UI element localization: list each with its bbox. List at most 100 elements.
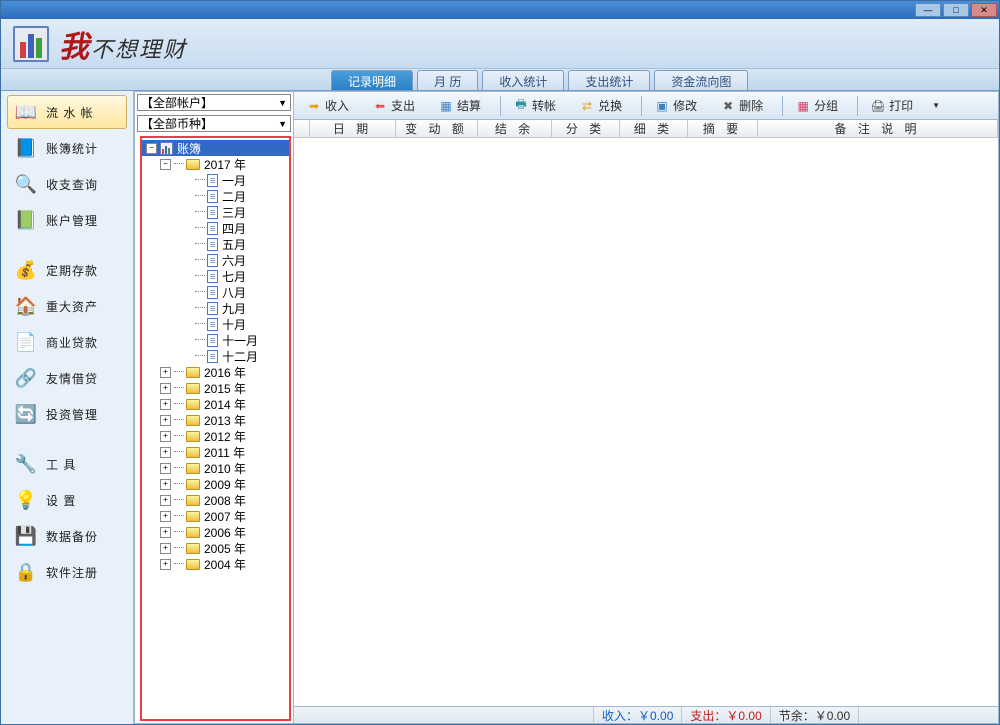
sidebar-icon: 🔍 bbox=[14, 172, 38, 196]
sidebar-item-9[interactable]: 🔄投资管理 bbox=[7, 397, 127, 431]
sidebar-item-7[interactable]: 📄商业贷款 bbox=[7, 325, 127, 359]
col-header[interactable]: 变 动 额 bbox=[396, 120, 478, 137]
tree-year[interactable]: +2012 年 bbox=[142, 428, 289, 444]
tree-year[interactable]: +2004 年 bbox=[142, 556, 289, 572]
tree-year[interactable]: +2014 年 bbox=[142, 396, 289, 412]
tree-year[interactable]: +2005 年 bbox=[142, 540, 289, 556]
toolbar: ➡ 收入 ⬅ 支出 ▦ 结算 🖶转帐 ⇄兑换 ▣修改 ✖ 删除 ▦分组 🖨 打印 ▼ bbox=[294, 92, 998, 120]
tab-1[interactable]: 月 历 bbox=[417, 70, 478, 90]
tree-month[interactable]: 三月 bbox=[142, 204, 289, 220]
minimize-button[interactable]: — bbox=[915, 3, 941, 17]
toolbar-转帐[interactable]: 🖶转帐 bbox=[505, 94, 565, 117]
tree-month[interactable]: 八月 bbox=[142, 284, 289, 300]
col-header[interactable]: 备 注 说 明 bbox=[758, 120, 998, 137]
toolbar-icon: ➡ bbox=[307, 99, 321, 113]
toolbar-label: 兑换 bbox=[598, 97, 622, 114]
ledger-tree[interactable]: −账簿−2017 年一月二月三月四月五月六月七月八月九月十月十一月十二月+201… bbox=[140, 136, 291, 721]
app-logo-icon bbox=[13, 26, 49, 62]
main-panel: ➡ 收入 ⬅ 支出 ▦ 结算 🖶转帐 ⇄兑换 ▣修改 ✖ 删除 ▦分组 🖨 打印 ▼ 日 期变 动 额结 余… bbox=[294, 91, 999, 724]
sidebar-icon: 💰 bbox=[14, 258, 38, 282]
tree-year[interactable]: +2010 年 bbox=[142, 460, 289, 476]
toolbar-icon: ⬅ bbox=[373, 99, 387, 113]
toolbar-dropdown[interactable]: ▼ bbox=[928, 97, 942, 114]
sidebar-label: 定期存款 bbox=[46, 262, 98, 279]
toolbar-label: 结算 bbox=[457, 97, 481, 114]
tree-year[interactable]: +2006 年 bbox=[142, 524, 289, 540]
toolbar-icon: 🖶 bbox=[514, 99, 528, 113]
toolbar-label: 收入 bbox=[325, 97, 349, 114]
tree-month[interactable]: 七月 bbox=[142, 268, 289, 284]
sidebar-label: 商业贷款 bbox=[46, 334, 98, 351]
toolbar-分组[interactable]: ▦分组 bbox=[787, 94, 847, 117]
toolbar-icon: ✖ bbox=[721, 99, 735, 113]
sidebar-icon: 🏠 bbox=[14, 294, 38, 318]
sidebar-item-0[interactable]: 📖流 水 帐 bbox=[7, 95, 127, 129]
toolbar-结算[interactable]: ▦ 结算 bbox=[430, 94, 490, 117]
tree-year[interactable]: +2008 年 bbox=[142, 492, 289, 508]
maximize-button[interactable]: □ bbox=[943, 3, 969, 17]
sidebar-item-1[interactable]: 📘账簿统计 bbox=[7, 131, 127, 165]
toolbar-收入[interactable]: ➡ 收入 bbox=[298, 94, 358, 117]
tree-panel: 【全部帐户】▼ 【全部币种】▼ −账簿−2017 年一月二月三月四月五月六月七月… bbox=[134, 91, 294, 724]
sidebar-item-12[interactable]: 💡设 置 bbox=[7, 483, 127, 517]
tree-year[interactable]: +2011 年 bbox=[142, 444, 289, 460]
sidebar-item-13[interactable]: 💾数据备份 bbox=[7, 519, 127, 553]
col-header[interactable]: 摘 要 bbox=[688, 120, 758, 137]
toolbar-打印[interactable]: 🖨 打印 bbox=[862, 94, 922, 117]
col-header[interactable]: 日 期 bbox=[310, 120, 396, 137]
toolbar-icon: ▦ bbox=[796, 99, 810, 113]
tree-year[interactable]: +2009 年 bbox=[142, 476, 289, 492]
toolbar-删除[interactable]: ✖ 删除 bbox=[712, 94, 772, 117]
sidebar-icon: 🔒 bbox=[14, 560, 38, 584]
sidebar-item-6[interactable]: 🏠 重大资产 bbox=[7, 289, 127, 323]
sidebar-item-8[interactable]: 🔗友情借贷 bbox=[7, 361, 127, 395]
tree-year[interactable]: +2016 年 bbox=[142, 364, 289, 380]
toolbar-支出[interactable]: ⬅ 支出 bbox=[364, 94, 424, 117]
sidebar-item-3[interactable]: 📗账户管理 bbox=[7, 203, 127, 237]
sidebar-item-2[interactable]: 🔍收支查询 bbox=[7, 167, 127, 201]
col-header[interactable]: 结 余 bbox=[478, 120, 552, 137]
toolbar-icon: 🖨 bbox=[871, 99, 885, 113]
toolbar-label: 支出 bbox=[391, 97, 415, 114]
tree-month[interactable]: 二月 bbox=[142, 188, 289, 204]
tab-4[interactable]: 资金流向图 bbox=[654, 70, 748, 90]
accounts-dropdown[interactable]: 【全部帐户】▼ bbox=[137, 94, 291, 111]
tree-month[interactable]: 五月 bbox=[142, 236, 289, 252]
status-bar: 收入：￥0.00 支出：￥0.00 节余：￥0.00 bbox=[294, 706, 998, 723]
toolbar-兑换[interactable]: ⇄兑换 bbox=[571, 94, 631, 117]
app-header: 我 不想理财 bbox=[1, 19, 999, 69]
sidebar-icon: 🔄 bbox=[14, 402, 38, 426]
tab-3[interactable]: 支出统计 bbox=[568, 70, 650, 90]
tree-month[interactable]: 四月 bbox=[142, 220, 289, 236]
col-header[interactable]: 细 类 bbox=[620, 120, 688, 137]
sidebar-label: 软件注册 bbox=[46, 564, 98, 581]
title-bar: — □ ✕ bbox=[1, 1, 999, 19]
col-header[interactable]: 分 类 bbox=[552, 120, 620, 137]
close-button[interactable]: ✕ bbox=[971, 3, 997, 17]
toolbar-icon: ▣ bbox=[655, 99, 669, 113]
tree-month[interactable]: 九月 bbox=[142, 300, 289, 316]
tab-0[interactable]: 记录明细 bbox=[331, 70, 413, 90]
tree-month[interactable]: 六月 bbox=[142, 252, 289, 268]
sidebar-label: 友情借贷 bbox=[46, 370, 98, 387]
tree-month[interactable]: 十二月 bbox=[142, 348, 289, 364]
tree-year[interactable]: +2007 年 bbox=[142, 508, 289, 524]
toolbar-label: 打印 bbox=[889, 97, 913, 114]
toolbar-修改[interactable]: ▣修改 bbox=[646, 94, 706, 117]
tree-root[interactable]: −账簿 bbox=[142, 140, 289, 156]
tree-year[interactable]: +2013 年 bbox=[142, 412, 289, 428]
sidebar-item-5[interactable]: 💰 定期存款 bbox=[7, 253, 127, 287]
sidebar-item-11[interactable]: 🔧工 具 bbox=[7, 447, 127, 481]
toolbar-label: 删除 bbox=[739, 97, 763, 114]
tree-month[interactable]: 十一月 bbox=[142, 332, 289, 348]
currency-dropdown[interactable]: 【全部币种】▼ bbox=[137, 115, 291, 132]
tree-month[interactable]: 十月 bbox=[142, 316, 289, 332]
sidebar-label: 账簿统计 bbox=[46, 140, 98, 157]
tree-month[interactable]: 一月 bbox=[142, 172, 289, 188]
sidebar-label: 重大资产 bbox=[46, 298, 98, 315]
tree-year[interactable]: +2015 年 bbox=[142, 380, 289, 396]
tree-year-open[interactable]: −2017 年 bbox=[142, 156, 289, 172]
toolbar-icon: ▦ bbox=[439, 99, 453, 113]
tab-2[interactable]: 收入统计 bbox=[482, 70, 564, 90]
sidebar-item-14[interactable]: 🔒 软件注册 bbox=[7, 555, 127, 589]
